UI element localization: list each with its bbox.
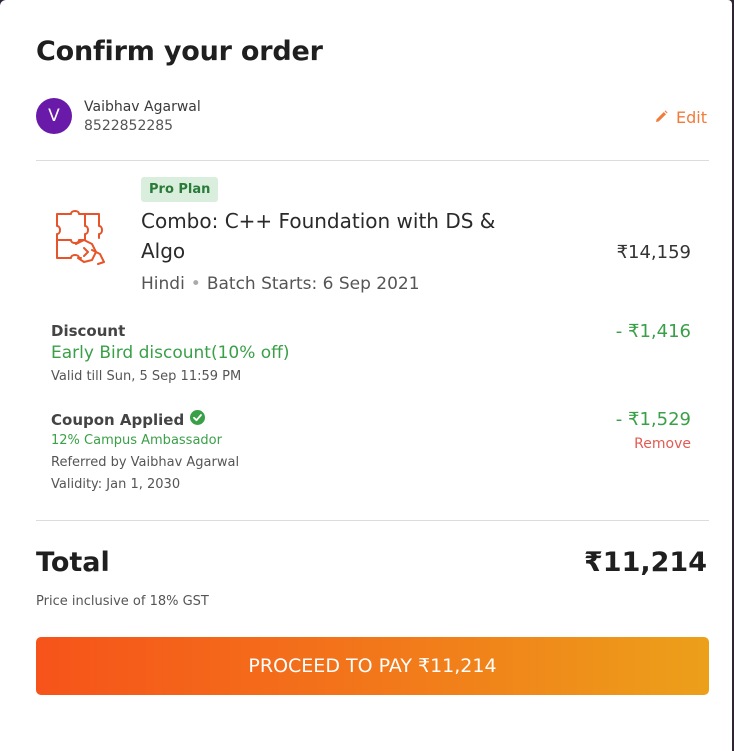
order-card: Confirm your order V Vaibhav Agarwal 852… <box>0 0 732 751</box>
coupon-referred: Referred by Vaibhav Agarwal <box>51 455 240 470</box>
total-label: Total <box>36 547 110 578</box>
edit-label: Edit <box>676 108 707 127</box>
page-title: Confirm your order <box>36 36 323 67</box>
total-amount: ₹11,214 <box>584 547 707 578</box>
coupon-amount: - ₹1,529 <box>615 409 691 430</box>
avatar: V <box>36 98 72 134</box>
discount-validity: Valid till Sun, 5 Sep 11:59 PM <box>51 369 242 384</box>
divider <box>36 160 709 161</box>
course-price: ₹14,159 <box>616 242 691 263</box>
coupon-name: 12% Campus Ambassador <box>51 433 222 448</box>
discount-label: Discount <box>51 322 126 340</box>
puzzle-icon <box>54 210 108 270</box>
discount-amount: - ₹1,416 <box>615 321 691 342</box>
remove-coupon-button[interactable]: Remove <box>634 436 691 452</box>
discount-name: Early Bird discount(10% off) <box>51 343 290 363</box>
check-circle-icon <box>190 410 206 429</box>
course-language: Hindi <box>141 274 185 294</box>
user-phone: 8522852285 <box>84 118 174 134</box>
edit-button[interactable]: Edit <box>655 108 707 127</box>
divider <box>36 520 709 521</box>
gst-note: Price inclusive of 18% GST <box>36 594 209 609</box>
coupon-heading: Coupon Applied <box>51 410 206 429</box>
plan-badge: Pro Plan <box>141 177 219 202</box>
course-meta: Hindi • Batch Starts: 6 Sep 2021 <box>141 274 420 294</box>
user-name: Vaibhav Agarwal <box>84 99 201 115</box>
coupon-label: Coupon Applied <box>51 410 185 429</box>
batch-label: Batch Starts: <box>206 274 318 294</box>
coupon-validity: Validity: Jan 1, 2030 <box>51 477 181 492</box>
pencil-icon <box>655 108 668 127</box>
separator-dot: • <box>190 274 201 294</box>
batch-date: 6 Sep 2021 <box>322 274 420 294</box>
course-title: Combo: C++ Foundation with DS & Algo <box>141 209 496 263</box>
proceed-to-pay-button[interactable]: PROCEED TO PAY ₹11,214 <box>36 637 709 695</box>
